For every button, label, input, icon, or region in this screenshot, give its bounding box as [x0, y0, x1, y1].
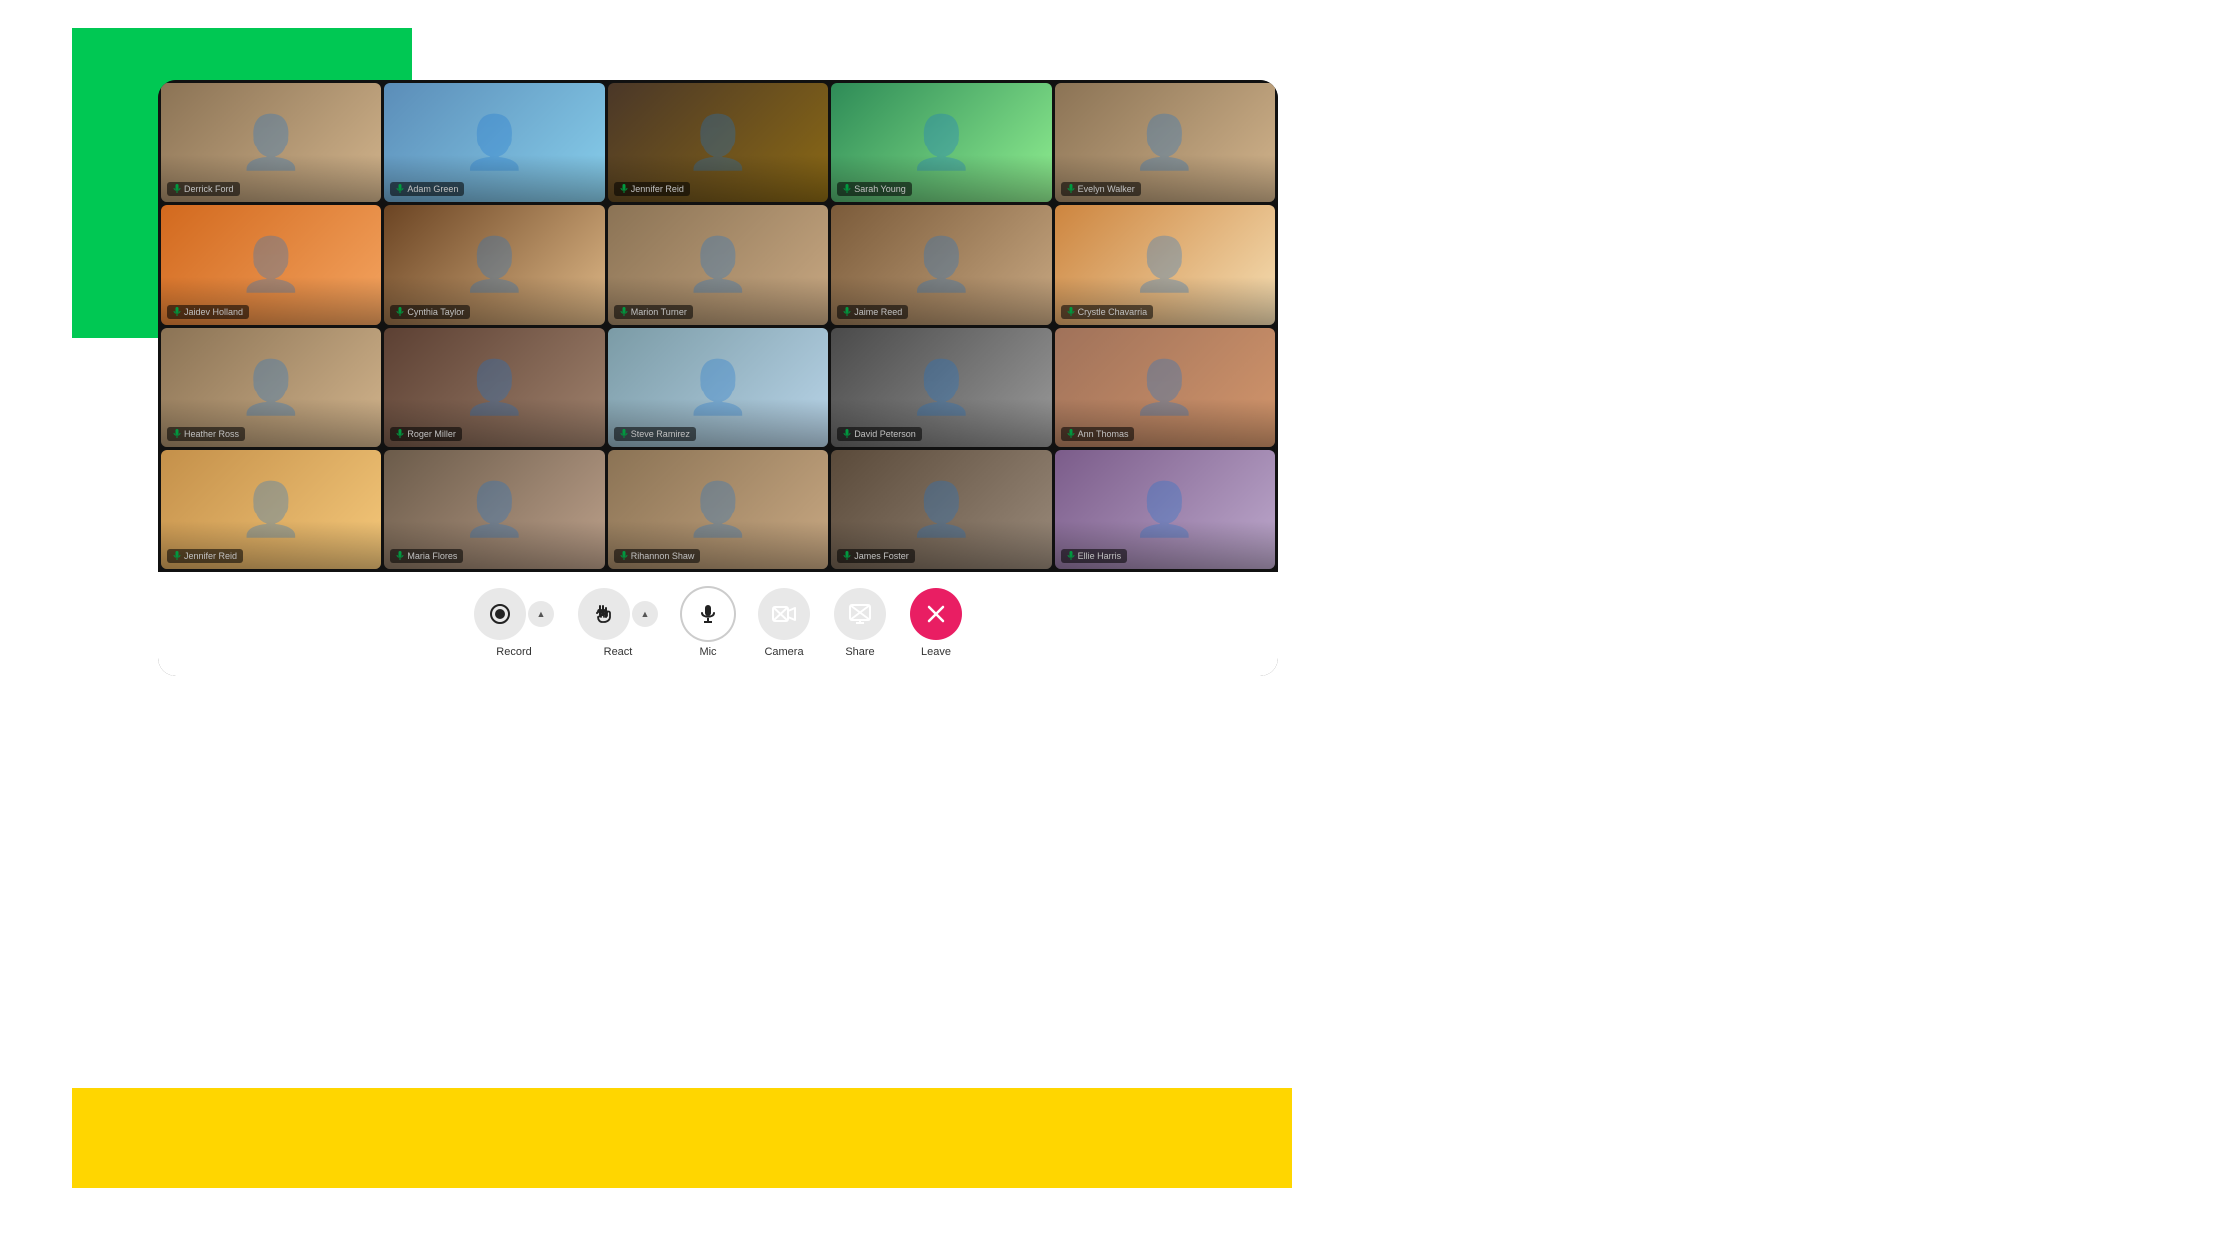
mic-active-icon	[1067, 429, 1075, 439]
video-tile: 👤Adam Green	[384, 83, 604, 202]
share-control: Share	[834, 588, 886, 658]
video-tile: 👤Marion Turner	[608, 205, 828, 324]
leave-button[interactable]	[910, 588, 962, 640]
participant-name-label: Roger Miller	[390, 427, 462, 441]
mic-active-icon	[396, 551, 404, 561]
participant-name-label: Jennifer Reid	[167, 549, 243, 563]
leave-label: Leave	[921, 646, 951, 658]
leave-control: Leave	[910, 588, 962, 658]
mic-active-icon	[843, 429, 851, 439]
mic-active-icon	[173, 307, 181, 317]
video-tile: 👤Maria Flores	[384, 450, 604, 569]
participant-name-label: Heather Ross	[167, 427, 245, 441]
bg-yellow-shape	[72, 1088, 1292, 1188]
video-tile: 👤Ann Thomas	[1055, 328, 1275, 447]
mic-label: Mic	[699, 646, 716, 658]
participant-name-label: Rihannon Shaw	[614, 549, 701, 563]
record-label: Record	[496, 646, 531, 658]
video-tile: 👤Crystle Chavarria	[1055, 205, 1275, 324]
camera-label: Camera	[764, 646, 803, 658]
mic-active-icon	[396, 307, 404, 317]
participant-name-label: Sarah Young	[837, 182, 912, 196]
mic-active-icon	[620, 551, 628, 561]
participant-name-label: Steve Ramirez	[614, 427, 696, 441]
video-tile: 👤Sarah Young	[831, 83, 1051, 202]
mic-active-icon	[843, 551, 851, 561]
record-chevron-button[interactable]: ▲	[528, 601, 554, 627]
camera-control: Camera	[758, 588, 810, 658]
participant-name-label: Maria Flores	[390, 549, 463, 563]
camera-button[interactable]	[758, 588, 810, 640]
control-bar: ▲ Record ▲ React	[158, 572, 1278, 676]
mic-active-icon	[843, 184, 851, 194]
react-label: React	[604, 646, 633, 658]
video-tile: 👤Ellie Harris	[1055, 450, 1275, 569]
mic-active-icon	[843, 307, 851, 317]
mic-control: Mic	[682, 588, 734, 658]
video-grid: 👤Derrick Ford👤Adam Green👤Jennifer Reid👤S…	[158, 80, 1278, 572]
participant-name-label: Adam Green	[390, 182, 464, 196]
video-tile: 👤Jaime Reed	[831, 205, 1051, 324]
video-tile: 👤Rihannon Shaw	[608, 450, 828, 569]
participant-name-label: Marion Turner	[614, 305, 693, 319]
video-tile: 👤Heather Ross	[161, 328, 381, 447]
record-button[interactable]	[474, 588, 526, 640]
device-frame: 👤Derrick Ford👤Adam Green👤Jennifer Reid👤S…	[158, 80, 1278, 676]
participant-name-label: Derrick Ford	[167, 182, 240, 196]
participant-name-label: Ellie Harris	[1061, 549, 1128, 563]
mic-button[interactable]	[682, 588, 734, 640]
video-tile: 👤David Peterson	[831, 328, 1051, 447]
mic-active-icon	[396, 429, 404, 439]
record-control: ▲ Record	[474, 588, 554, 658]
participant-name-label: Evelyn Walker	[1061, 182, 1141, 196]
mic-active-icon	[620, 429, 628, 439]
mic-active-icon	[620, 307, 628, 317]
mic-active-icon	[173, 184, 181, 194]
participant-name-label: Crystle Chavarria	[1061, 305, 1154, 319]
mic-active-icon	[396, 184, 404, 194]
mic-active-icon	[1067, 184, 1075, 194]
react-control: ▲ React	[578, 588, 658, 658]
mic-active-icon	[173, 429, 181, 439]
video-tile: 👤Evelyn Walker	[1055, 83, 1275, 202]
participant-name-label: Jaime Reed	[837, 305, 908, 319]
video-tile: 👤Cynthia Taylor	[384, 205, 604, 324]
mic-active-icon	[173, 551, 181, 561]
video-tile: 👤Jennifer Reid	[161, 450, 381, 569]
participant-name-label: Ann Thomas	[1061, 427, 1135, 441]
mic-active-icon	[1067, 307, 1075, 317]
participant-name-label: James Foster	[837, 549, 915, 563]
video-tile: 👤Derrick Ford	[161, 83, 381, 202]
participant-name-label: David Peterson	[837, 427, 922, 441]
video-tile: 👤Steve Ramirez	[608, 328, 828, 447]
video-tile: 👤Roger Miller	[384, 328, 604, 447]
participant-name-label: Jaidev Holland	[167, 305, 249, 319]
video-tile: 👤Jennifer Reid	[608, 83, 828, 202]
participant-name-label: Cynthia Taylor	[390, 305, 470, 319]
mic-active-icon	[1067, 551, 1075, 561]
share-label: Share	[845, 646, 874, 658]
participant-name-label: Jennifer Reid	[614, 182, 690, 196]
react-button[interactable]	[578, 588, 630, 640]
mic-active-icon	[620, 184, 628, 194]
react-chevron-button[interactable]: ▲	[632, 601, 658, 627]
video-tile: 👤James Foster	[831, 450, 1051, 569]
video-tile: 👤Jaidev Holland	[161, 205, 381, 324]
share-button[interactable]	[834, 588, 886, 640]
